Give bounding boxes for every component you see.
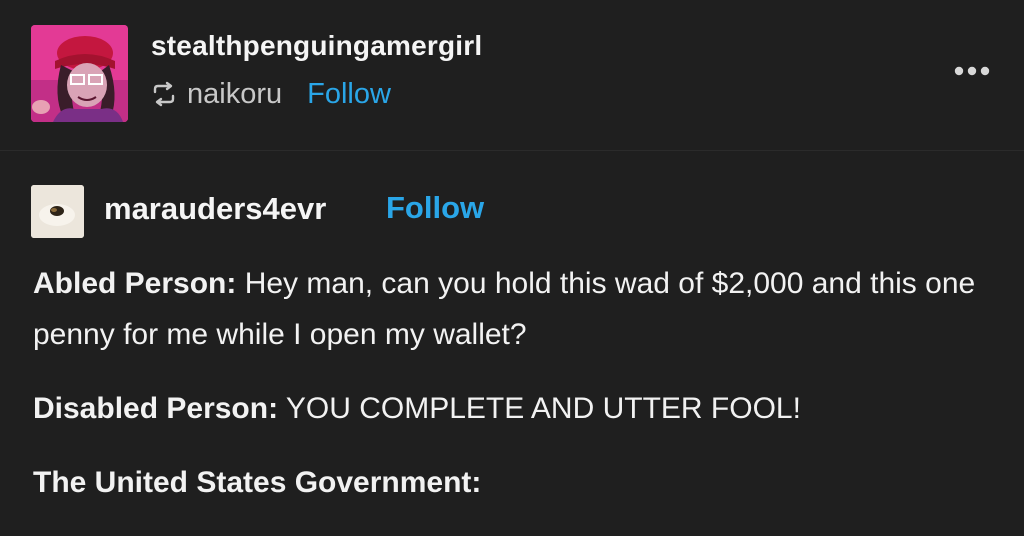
trail-follow-button[interactable]: Follow: [386, 190, 484, 226]
speaker-label: Disabled Person:: [33, 392, 279, 425]
more-horizontal-icon[interactable]: [952, 64, 992, 78]
reblog-icon: [151, 81, 177, 107]
dialogue-text: YOU COMPLETE AND UTTER FOOL!: [278, 392, 801, 425]
trail-avatar[interactable]: [31, 185, 84, 238]
trail-blog-name[interactable]: marauders4evr: [104, 191, 326, 227]
reblog-source-link[interactable]: naikoru: [187, 78, 282, 111]
header-divider: [0, 150, 1024, 151]
reblog-row: naikoru Follow: [151, 76, 391, 112]
speaker-label: Abled Person:: [33, 267, 237, 300]
dialogue-line: Abled Person: Hey man, can you hold this…: [33, 258, 993, 360]
avatar-image: [31, 25, 128, 122]
speaker-label: The United States Government:: [33, 466, 482, 499]
dialogue-line: The United States Government:: [33, 457, 993, 508]
post-header: stealthpenguingamergirl naikoru Follow: [0, 0, 1024, 150]
dialogue-line: Disabled Person: YOU COMPLETE AND UTTER …: [33, 383, 993, 434]
blog-name[interactable]: stealthpenguingamergirl: [151, 30, 482, 62]
follow-button[interactable]: Follow: [307, 78, 391, 111]
post-body: Abled Person: Hey man, can you hold this…: [33, 258, 993, 531]
trail-avatar-image: [31, 185, 84, 238]
blog-avatar[interactable]: [31, 25, 128, 122]
